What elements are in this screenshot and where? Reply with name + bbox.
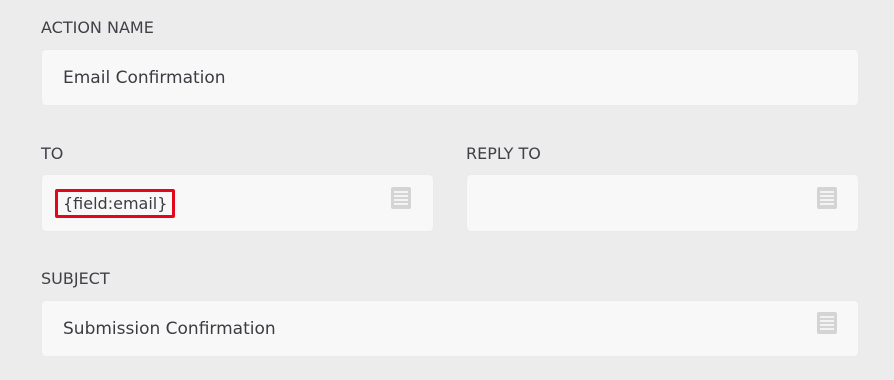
reply-to-label: REPLY TO (466, 144, 541, 163)
email-field-token: {field:email} (55, 189, 176, 218)
action-name-value: Email Confirmation (63, 68, 226, 88)
merge-tags-icon[interactable] (816, 186, 838, 210)
subject-label: SUBJECT (41, 269, 110, 288)
merge-tags-icon[interactable] (816, 311, 838, 335)
subject-value: Submission Confirmation (63, 319, 276, 339)
to-input[interactable]: {field:email} (42, 175, 433, 231)
action-name-label: ACTION NAME (41, 18, 154, 37)
subject-input[interactable]: Submission Confirmation (42, 301, 858, 356)
reply-to-input[interactable] (467, 175, 858, 231)
action-name-input[interactable]: Email Confirmation (42, 50, 858, 105)
merge-tags-icon[interactable] (390, 186, 412, 210)
to-label: TO (41, 144, 64, 163)
